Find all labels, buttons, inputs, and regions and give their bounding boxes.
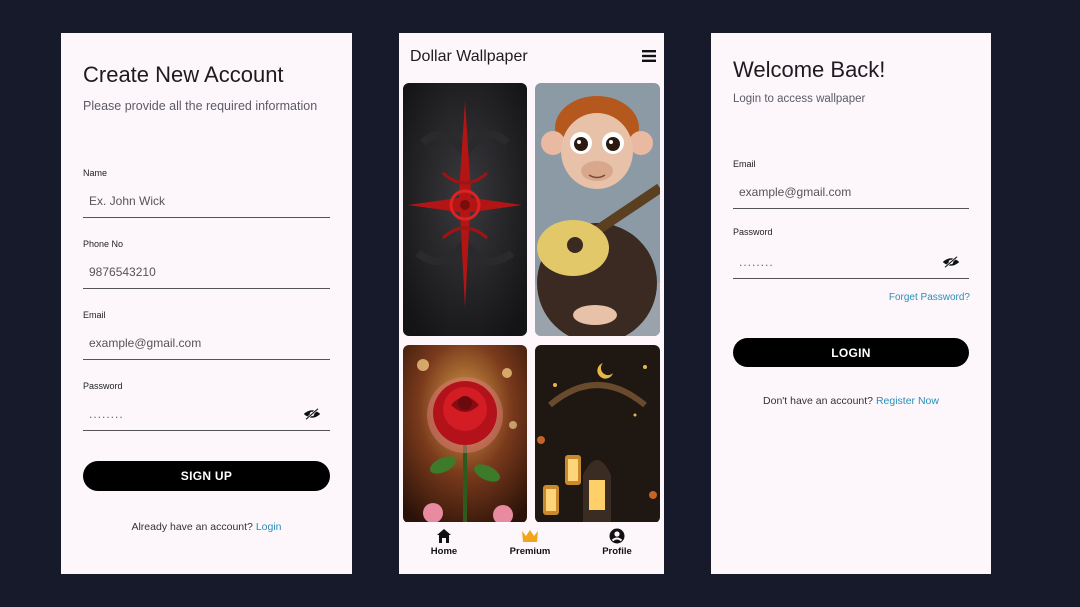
login-button[interactable]: LOGIN (733, 338, 969, 367)
monkey-guitar-image (535, 83, 660, 336)
register-now-link[interactable]: Register Now (876, 395, 939, 407)
account-circle-icon (609, 528, 625, 544)
login-screen: Welcome Back! Login to access wallpaper … (711, 33, 991, 574)
signup-footer: Already have an account? Login (61, 521, 352, 533)
signup-subtitle: Please provide all the required informat… (83, 99, 318, 113)
app-title: Dollar Wallpaper (410, 48, 528, 65)
login-title: Welcome Back! (733, 57, 886, 82)
login-email-placeholder: example@gmail.com (739, 184, 852, 199)
bottom-navigation: Home Premium Profile (399, 522, 664, 574)
home-icon (437, 529, 451, 543)
nav-home-label: Home (430, 546, 458, 557)
phone-label: Phone No (83, 239, 124, 249)
email-placeholder: example@gmail.com (89, 335, 202, 350)
password-label: Password (83, 381, 123, 391)
login-password-label: Password (733, 227, 773, 237)
login-password-field[interactable]: ........ (733, 245, 969, 279)
name-placeholder: Ex. John Wick (89, 193, 166, 208)
login-footer-text: Don't have an account? (763, 395, 874, 407)
wallpaper-tile-moon[interactable] (535, 345, 660, 523)
login-subtitle: Login to access wallpaper (733, 93, 866, 105)
nav-premium[interactable]: Premium (495, 528, 565, 557)
email-field[interactable]: example@gmail.com (83, 326, 330, 360)
nav-profile[interactable]: Profile (582, 528, 652, 557)
login-footer: Don't have an account? Register Now (711, 395, 991, 407)
login-password-value: ........ (739, 254, 774, 269)
nav-home[interactable]: Home (409, 528, 479, 557)
rose-image (403, 345, 527, 523)
password-field[interactable]: ........ (83, 397, 330, 431)
name-field[interactable]: Ex. John Wick (83, 184, 330, 218)
signup-footer-text: Already have an account? (131, 521, 253, 533)
wallpaper-tile-red-cross[interactable] (403, 83, 527, 336)
signup-button[interactable]: SIGN UP (83, 461, 330, 491)
nav-premium-label: Premium (509, 546, 551, 557)
nav-profile-label: Profile (602, 546, 632, 557)
signup-screen: Create New Account Please provide all th… (61, 33, 352, 574)
login-email-field[interactable]: example@gmail.com (733, 175, 969, 209)
password-value: ........ (89, 406, 124, 421)
phone-placeholder: 9876543210 (89, 264, 156, 279)
wallpaper-screen: Dollar Wallpaper Home Premium Profile (399, 33, 664, 574)
eye-off-icon[interactable] (302, 407, 322, 420)
email-label: Email (83, 310, 106, 320)
crown-icon (522, 530, 538, 542)
wallpaper-tile-rose[interactable] (403, 345, 527, 523)
crescent-moon-image (535, 345, 660, 523)
login-link[interactable]: Login (256, 521, 282, 533)
red-cross-image (403, 83, 527, 336)
login-email-label: Email (733, 159, 756, 169)
name-label: Name (83, 168, 108, 178)
wallpaper-tile-monkey[interactable] (535, 83, 660, 336)
eye-off-icon[interactable] (941, 255, 961, 268)
menu-icon[interactable] (642, 49, 656, 63)
forgot-password-link[interactable]: Forget Password? (889, 292, 970, 303)
signup-title: Create New Account (83, 62, 284, 87)
phone-field[interactable]: 9876543210 (83, 255, 330, 289)
